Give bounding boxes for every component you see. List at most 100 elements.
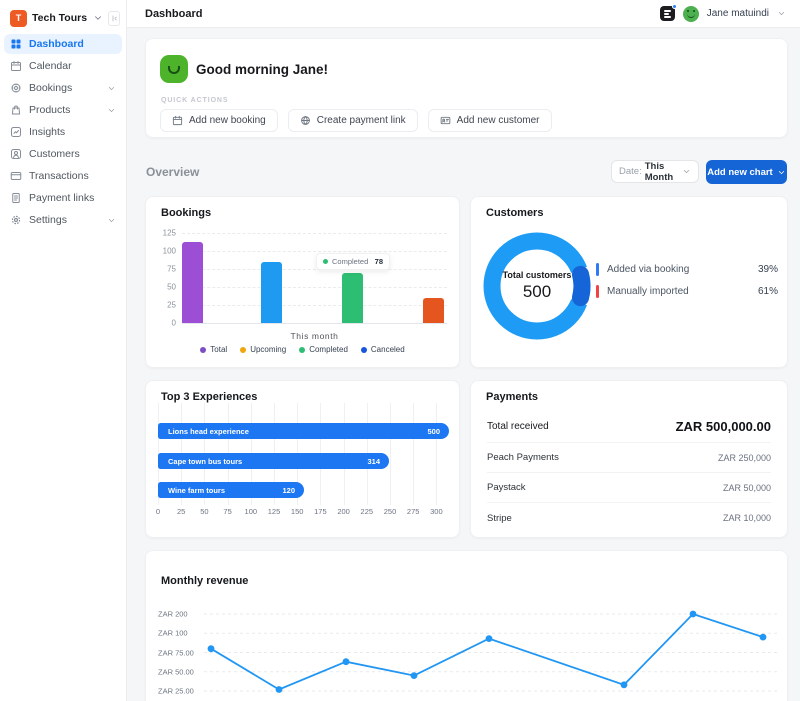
top-experiences-chart-card: Top 3 Experiences 0255075100125150175200… [145,380,460,538]
legend-marker [596,263,599,276]
customers-chart-title: Customers [486,207,543,219]
chevron-down-icon[interactable] [777,9,786,18]
main-content: Good morning Jane! QUICK ACTIONS Add new… [127,28,800,701]
add-new-booking-button[interactable]: Add new booking [160,109,278,132]
sidebar-item-label: Dashboard [29,38,84,50]
add-new-customer-button[interactable]: Add new customer [428,109,552,132]
payment-row: Peach PaymentsZAR 250,000 [487,443,771,473]
experience-bar: Cape town bus tours314 [158,453,389,469]
legend-item: Upcoming [240,345,286,354]
total-customers-value: 500 [523,282,551,302]
customers-legend-item: Added via booking 39% [596,263,778,276]
workspace-switcher[interactable]: T Tech Tours [0,0,126,28]
payments-title: Payments [486,391,538,403]
bookings-legend: Total Upcoming Completed Canceled [146,345,459,354]
quick-action-label: Create payment link [317,115,406,126]
chevron-down-icon [93,13,103,23]
chevron-down-icon [107,106,116,115]
y-axis-tick: 25 [152,301,176,310]
x-axis-tick: 25 [177,507,185,516]
topbar: Dashboard Jane matuindi [127,0,800,28]
legend-label: Upcoming [250,345,286,354]
sidebar-item-bookings[interactable]: Bookings [4,78,122,98]
legend-dot [299,347,305,353]
total-customers-label: Total customers [503,270,572,280]
add-new-chart-button[interactable]: Add new chart [706,160,787,184]
legend-item: Canceled [361,345,405,354]
transactions-icon [10,170,22,182]
donut-center: Total customers 500 [477,226,597,346]
sidebar-item-transactions[interactable]: Transactions [4,166,122,186]
quick-actions-label: QUICK ACTIONS [161,97,228,104]
bookings-chart-title: Bookings [161,207,211,219]
bar-canceled [423,298,444,323]
payment-links-icon [10,192,22,204]
sidebar-item-insights[interactable]: Insights [4,122,122,142]
legend-label: Canceled [371,345,405,354]
date-filter-dropdown[interactable]: Date: This Month [611,160,699,183]
payment-provider: Peach Payments [487,452,559,463]
sidebar-item-customers[interactable]: Customers [4,144,122,164]
customers-chart-card: Customers Total customers 500 Added via … [470,196,788,368]
experience-value: 500 [427,427,440,436]
sidebar-item-products[interactable]: Products [4,100,122,120]
sidebar-item-settings[interactable]: Settings [4,210,122,230]
sidebar-item-label: Customers [29,148,80,160]
x-axis-tick: 300 [430,507,443,516]
y-axis-tick: 100 [152,247,176,256]
bar-completed [342,273,363,323]
customers-legend-item: Manually imported61% [596,285,778,298]
sidebar-item-label: Products [29,104,70,116]
notifications-icon[interactable] [660,6,675,21]
sidebar-item-label: Transactions [29,170,89,182]
legend-label: Manually imported [607,286,689,297]
y-axis-tick: 50 [152,283,176,292]
monthly-revenue-chart-card: Monthly revenue ZAR 25.00ZAR 50.00ZAR 75… [145,550,788,701]
total-received-label: Total received [487,421,549,432]
x-axis-tick: 100 [245,507,258,516]
legend-label: Added via booking [607,264,689,275]
x-axis-tick: 225 [361,507,374,516]
gridline [182,287,447,288]
customers-icon [10,148,22,160]
greeting-card: Good morning Jane! QUICK ACTIONS Add new… [145,38,788,138]
avatar[interactable] [683,6,699,22]
sidebar-item-payment-links[interactable]: Payment links [4,188,122,208]
x-axis-tick: 75 [223,507,231,516]
tooltip-series-dot [323,259,328,264]
page-title: Dashboard [145,8,202,20]
x-axis-tick: 0 [156,507,160,516]
x-axis-tick: 275 [407,507,420,516]
bar-total [182,242,203,323]
payment-row: PaystackZAR 50,000 [487,473,771,503]
sidebar-nav: Dashboard Calendar Bookings Products Insight… [0,34,126,232]
sidebar-collapse-button[interactable] [108,11,120,26]
sidebar-item-label: Calendar [29,60,72,72]
legend-value: 39% [758,264,778,275]
chevron-down-icon [107,216,116,225]
sidebar-item-dashboard[interactable]: Dashboard [4,34,122,54]
tooltip-value: 78 [375,257,383,266]
payments-total-row: Total received ZAR 500,000.00 [487,411,771,443]
bookings-icon [10,82,22,94]
experience-bar: Wine farm tours120 [158,482,304,498]
gridline [182,305,447,306]
greeting-title: Good morning Jane! [196,62,328,77]
globe-icon [300,115,311,126]
top-experiences-title: Top 3 Experiences [161,391,257,403]
legend-dot [361,347,367,353]
chevron-down-icon [107,84,116,93]
sidebar-item-calendar[interactable]: Calendar [4,56,122,76]
sidebar-item-label: Payment links [29,192,94,204]
legend-label: Completed [309,345,348,354]
legend-item: Total [200,345,227,354]
y-axis-tick: 0 [152,319,176,328]
gridline [390,403,391,505]
payment-provider: Stripe [487,513,512,524]
bar-upcoming [261,262,282,323]
create-payment-link-button[interactable]: Create payment link [288,109,418,132]
bookings-chart-card: Bookings 0255075100125 Completed 78 This… [145,196,460,368]
x-axis-tick: 250 [384,507,397,516]
calendar-icon [172,115,183,126]
user-name: Jane matuindi [707,8,769,19]
